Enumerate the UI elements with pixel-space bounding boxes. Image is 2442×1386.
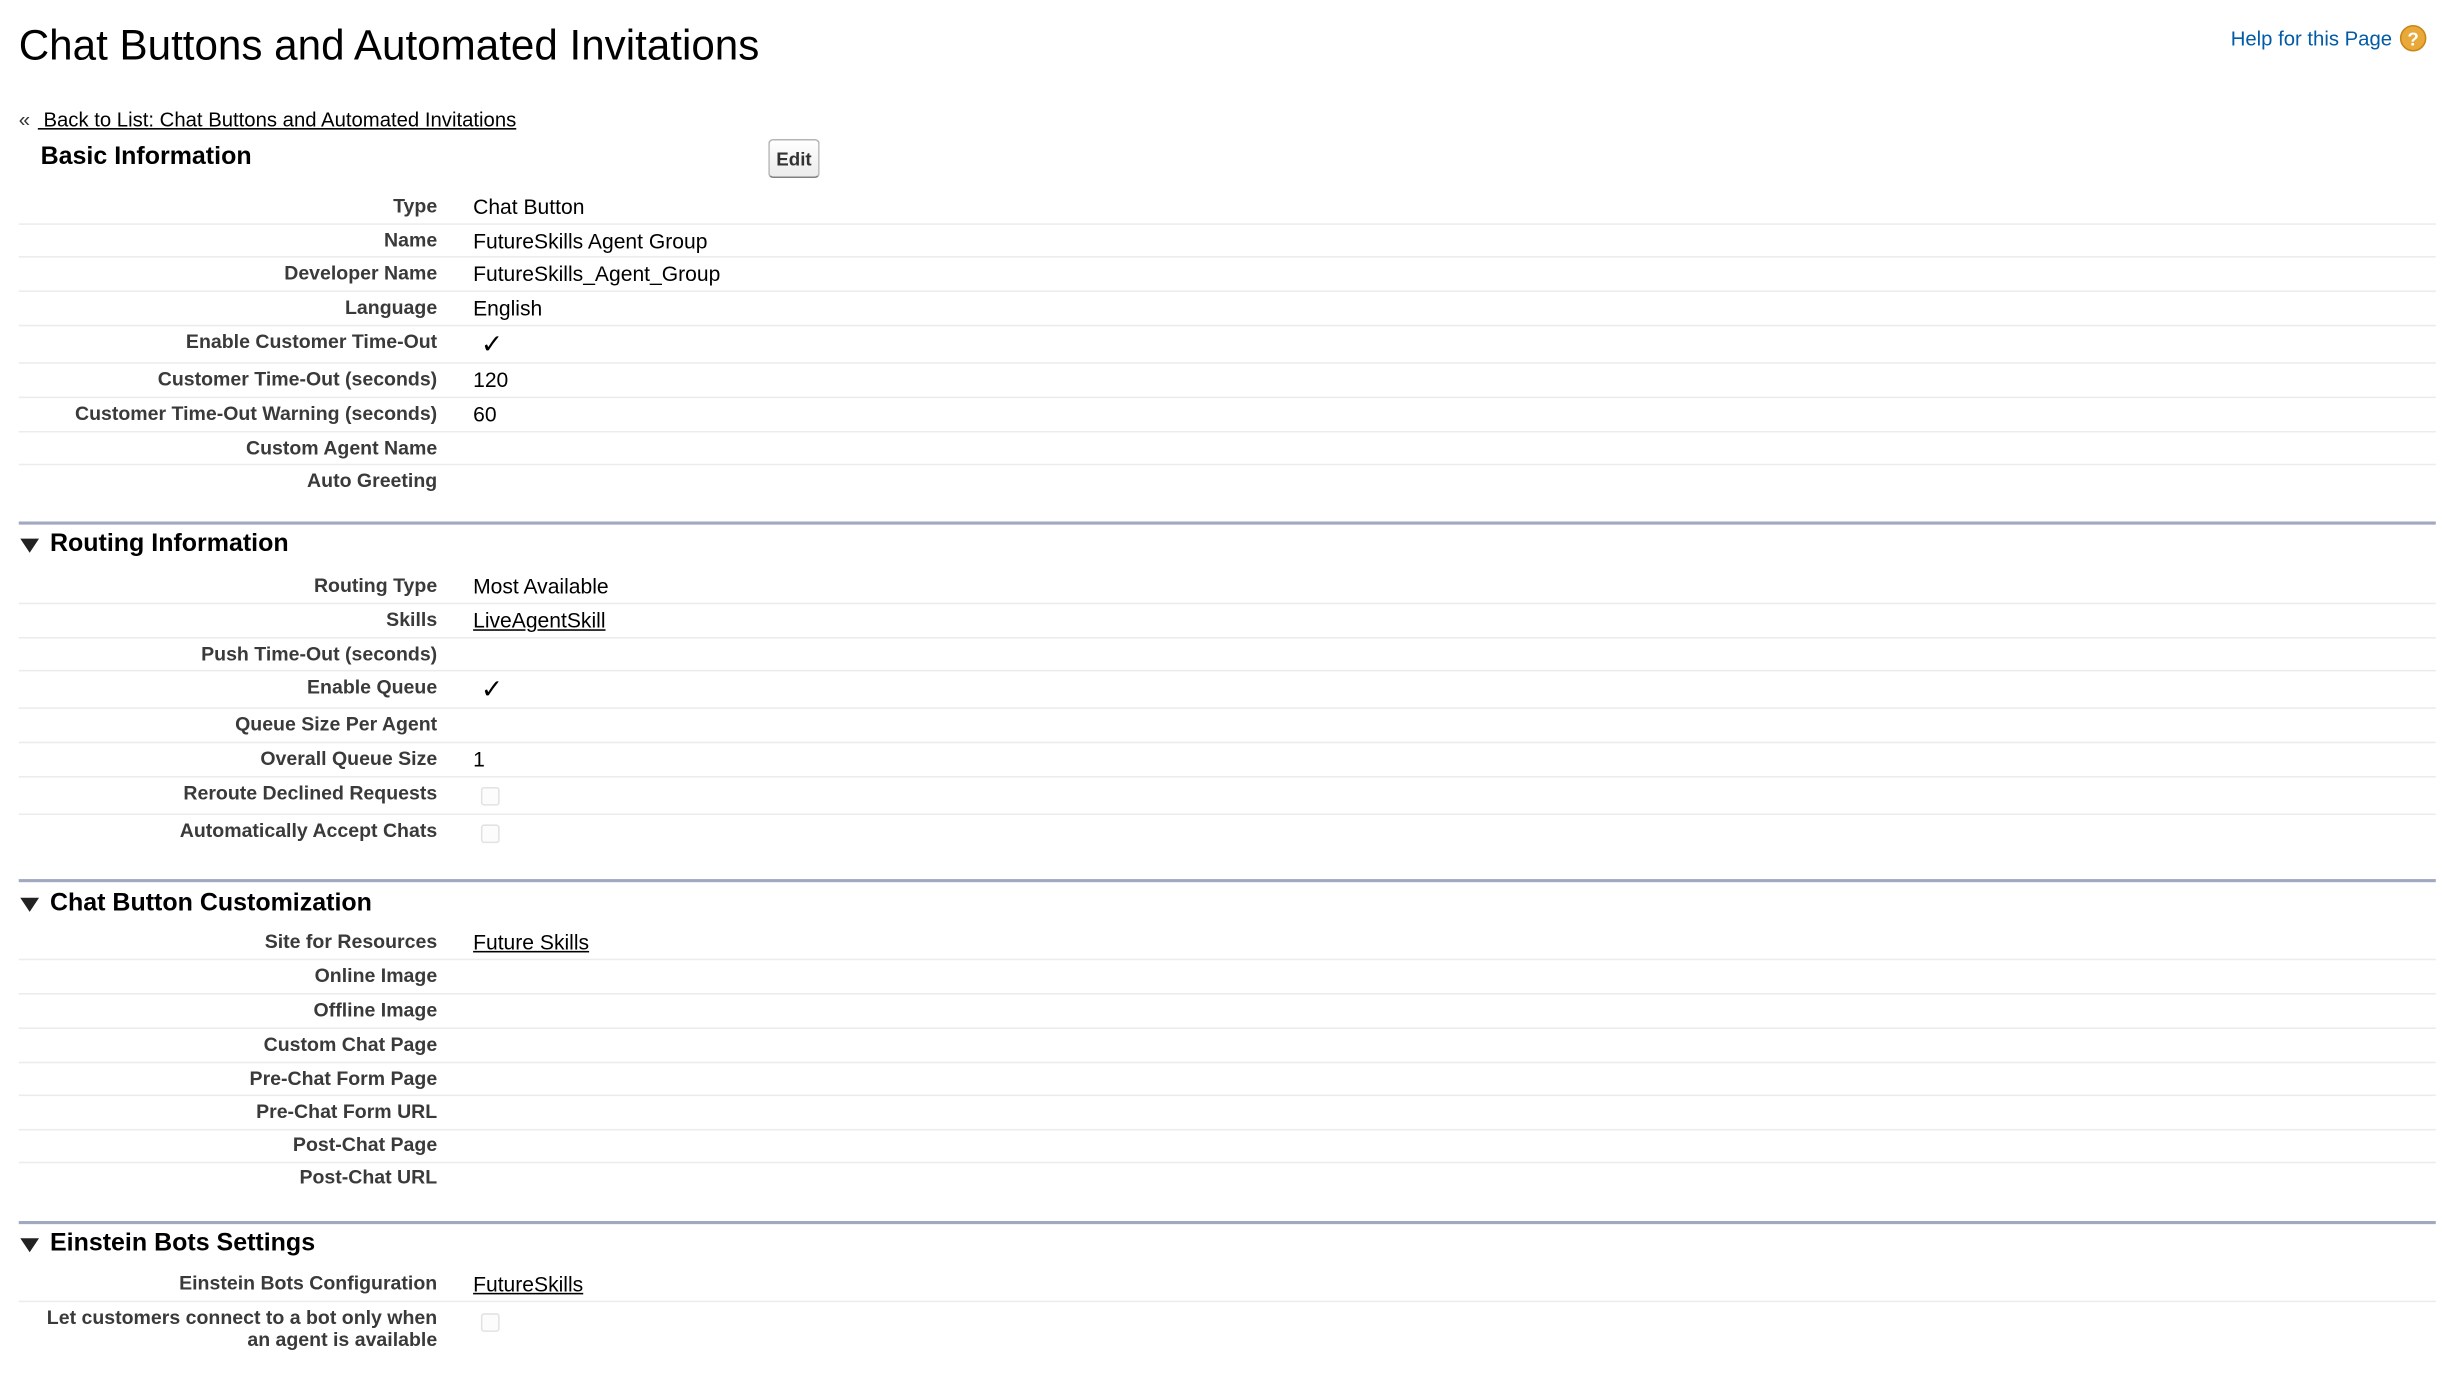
field-value: Future Skills xyxy=(473,931,589,954)
field-row-skills: Skills LiveAgentSkill xyxy=(18,604,2436,639)
section-title: Einstein Bots Settings xyxy=(49,1230,316,1257)
field-row-postchat-url: Post-Chat URL xyxy=(19,1163,2436,1197)
field-label: Custom Chat Page xyxy=(263,1033,438,1056)
field-row-postchat-page: Post-Chat Page xyxy=(18,1130,2436,1164)
field-label: Push Time-Out (seconds) xyxy=(201,643,438,666)
field-value: 60 xyxy=(473,402,497,427)
help-link-group[interactable]: Help for this Page ? xyxy=(2231,24,2427,52)
field-label: Post-Chat URL xyxy=(299,1166,438,1189)
bot-config-link[interactable]: FutureSkills xyxy=(473,1273,583,1296)
field-label: Custom Agent Name xyxy=(245,437,438,460)
section-title: Chat Button Customization xyxy=(49,889,372,917)
field-row-offline-image: Offline Image xyxy=(18,995,2436,1029)
field-row-bot-only-when-agent-available: Let customers connect to a bot only when… xyxy=(19,1302,2436,1355)
field-label: Queue Size Per Agent xyxy=(235,713,438,736)
field-label: Enable Queue xyxy=(307,676,438,698)
section-routing-information[interactable]: Routing Information xyxy=(20,530,289,559)
field-row-einstein-bots-configuration: Einstein Bots Configuration FutureSkills xyxy=(18,1268,2436,1303)
unchecked-checkbox xyxy=(480,1313,500,1332)
field-row-timeout-warning: Customer Time-Out Warning (seconds) 60 xyxy=(18,398,2436,433)
field-label-line: Let customers connect to a bot only when xyxy=(46,1306,438,1329)
field-label: Reroute Declined Requests xyxy=(183,782,438,805)
field-label: Customer Time-Out Warning (seconds) xyxy=(74,402,438,425)
field-label: Let customers connect to a bot only when… xyxy=(0,1307,437,1351)
field-row-online-image: Online Image xyxy=(18,960,2436,995)
field-row-push-timeout: Push Time-Out (seconds) xyxy=(18,639,2436,672)
unchecked-checkbox xyxy=(480,824,500,844)
field-value: LiveAgentSkill xyxy=(473,609,605,632)
checkmark-icon: ✓ xyxy=(480,674,504,705)
field-row-reroute-declined: Reroute Declined Requests xyxy=(18,778,2436,816)
field-row-auto-accept-chats: Automatically Accept Chats xyxy=(19,815,2436,852)
field-label: Enable Customer Time-Out xyxy=(185,331,438,353)
field-label: Routing Type xyxy=(313,574,438,597)
field-value: Chat Button xyxy=(473,195,585,219)
field-value: English xyxy=(473,296,543,321)
field-value: Most Available xyxy=(473,574,609,599)
back-to-list-link[interactable]: Back to List: Chat Buttons and Automated… xyxy=(38,108,516,131)
field-label: Customer Time-Out (seconds) xyxy=(157,368,438,391)
section-basic-information: Basic Information xyxy=(20,143,252,172)
page-root: Chat Buttons and Automated Invitations H… xyxy=(0,0,2442,1382)
help-icon[interactable]: ? xyxy=(2399,24,2427,52)
site-link[interactable]: Future Skills xyxy=(473,931,589,954)
field-label: Language xyxy=(344,296,438,319)
field-row-site-for-resources: Site for Resources Future Skills xyxy=(18,926,2436,961)
field-row-auto-greeting: Auto Greeting xyxy=(19,465,2436,499)
field-label: Type xyxy=(393,195,438,218)
section-divider xyxy=(18,521,2436,525)
field-label: Auto Greeting xyxy=(307,469,438,492)
field-row-developer-name: Developer Name FutureSkills_Agent_Group xyxy=(18,258,2436,292)
field-value: FutureSkills_Agent_Group xyxy=(473,262,721,286)
field-row-enable-customer-timeout: Enable Customer Time-Out ✓ xyxy=(18,326,2436,364)
field-value: FutureSkills Agent Group xyxy=(473,229,708,253)
field-label: Offline Image xyxy=(313,999,438,1022)
field-row-prechat-form-page: Pre-Chat Form Page xyxy=(18,1063,2436,1097)
checkmark-icon: ✓ xyxy=(480,329,504,360)
collapse-triangle-icon[interactable] xyxy=(20,538,40,553)
section-title: Basic Information xyxy=(40,143,252,171)
field-row-routing-type: Routing Type Most Available xyxy=(18,570,2436,605)
section-einstein-bots-settings[interactable]: Einstein Bots Settings xyxy=(20,1230,315,1258)
collapse-triangle-icon[interactable] xyxy=(20,1238,40,1253)
field-row-language: Language English xyxy=(18,292,2436,327)
field-label: Pre-Chat Form URL xyxy=(256,1100,438,1123)
skills-link[interactable]: LiveAgentSkill xyxy=(473,609,605,632)
field-label: Skills xyxy=(386,608,438,631)
field-row-overall-queue-size: Overall Queue Size 1 xyxy=(18,743,2436,778)
field-value: 120 xyxy=(473,368,509,392)
page-title: Chat Buttons and Automated Invitations xyxy=(18,21,760,69)
field-row-type: Type Chat Button xyxy=(18,189,2436,225)
field-label: Post-Chat Page xyxy=(292,1133,438,1156)
unchecked-checkbox xyxy=(480,786,500,806)
field-label: Developer Name xyxy=(284,262,438,285)
collapse-triangle-icon[interactable] xyxy=(20,897,40,912)
field-value: FutureSkills xyxy=(473,1273,583,1296)
field-label: Name xyxy=(384,229,438,252)
field-label: Automatically Accept Chats xyxy=(179,819,438,842)
field-label: Online Image xyxy=(314,964,438,987)
section-divider xyxy=(18,879,2436,883)
field-label: Pre-Chat Form Page xyxy=(249,1067,438,1090)
breadcrumb: « Back to List: Chat Buttons and Automat… xyxy=(19,108,517,131)
section-title: Routing Information xyxy=(49,530,289,558)
field-row-custom-chat-page: Custom Chat Page xyxy=(18,1029,2436,1064)
help-link[interactable]: Help for this Page xyxy=(2231,27,2392,50)
field-row-customer-timeout: Customer Time-Out (seconds) 120 xyxy=(18,364,2436,399)
field-value: 1 xyxy=(473,747,485,772)
edit-button[interactable]: Edit xyxy=(768,138,820,178)
section-divider xyxy=(18,1221,2436,1225)
field-label: Einstein Bots Configuration xyxy=(179,1272,438,1295)
field-label-line: an agent is available xyxy=(247,1328,438,1351)
field-label: Overall Queue Size xyxy=(260,747,438,770)
field-row-name: Name FutureSkills Agent Group xyxy=(18,225,2436,258)
field-row-prechat-form-url: Pre-Chat Form URL xyxy=(18,1096,2436,1131)
field-row-custom-agent-name: Custom Agent Name xyxy=(18,433,2436,466)
back-arrow-icon: « xyxy=(18,107,31,132)
field-label: Site for Resources xyxy=(264,930,438,953)
field-row-queue-size-per-agent: Queue Size Per Agent xyxy=(18,709,2436,744)
section-chat-button-customization[interactable]: Chat Button Customization xyxy=(20,890,372,918)
field-row-enable-queue: Enable Queue ✓ xyxy=(18,671,2436,709)
